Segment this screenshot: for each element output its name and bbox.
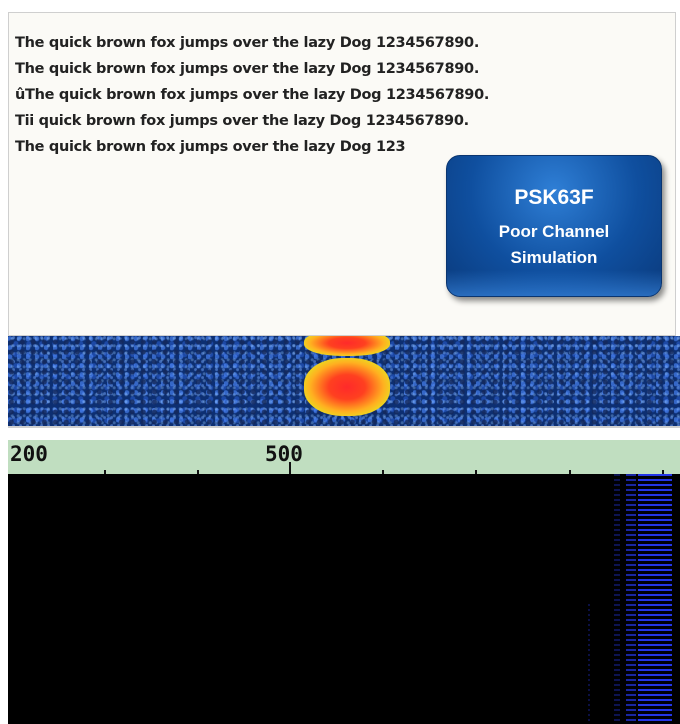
signal-trace-faint bbox=[614, 474, 620, 724]
waterfall-display[interactable] bbox=[8, 474, 680, 724]
rx-text-line: Tii quick brown fox jumps over the lazy … bbox=[15, 113, 469, 129]
frequency-label-500: 500 bbox=[265, 442, 303, 466]
signal-trace-top bbox=[304, 336, 390, 356]
rx-text-line: The quick brown fox jumps over the lazy … bbox=[15, 139, 406, 155]
rx-text-line: The quick brown fox jumps over the lazy … bbox=[15, 35, 480, 51]
waterfall-strip[interactable] bbox=[8, 336, 680, 428]
scale-tick-major bbox=[289, 462, 291, 474]
signal-trace-main bbox=[638, 474, 672, 724]
signal-trace-ghost bbox=[588, 604, 590, 724]
mode-badge: PSK63F Poor Channel Simulation bbox=[446, 155, 662, 297]
signal-trace-edge bbox=[626, 474, 636, 724]
rx-text-line: The quick brown fox jumps over the lazy … bbox=[15, 61, 480, 77]
frequency-label-200: 200 bbox=[10, 442, 48, 466]
badge-subtitle-line1: Poor Channel bbox=[498, 222, 610, 241]
badge-title: PSK63F bbox=[514, 186, 594, 209]
rx-text-line: ûThe quick brown fox jumps over the lazy… bbox=[15, 87, 490, 103]
signal-trace bbox=[304, 358, 390, 416]
frequency-scale[interactable]: 200 500 bbox=[8, 440, 680, 475]
badge-subtitle-line2: Simulation bbox=[510, 248, 598, 267]
